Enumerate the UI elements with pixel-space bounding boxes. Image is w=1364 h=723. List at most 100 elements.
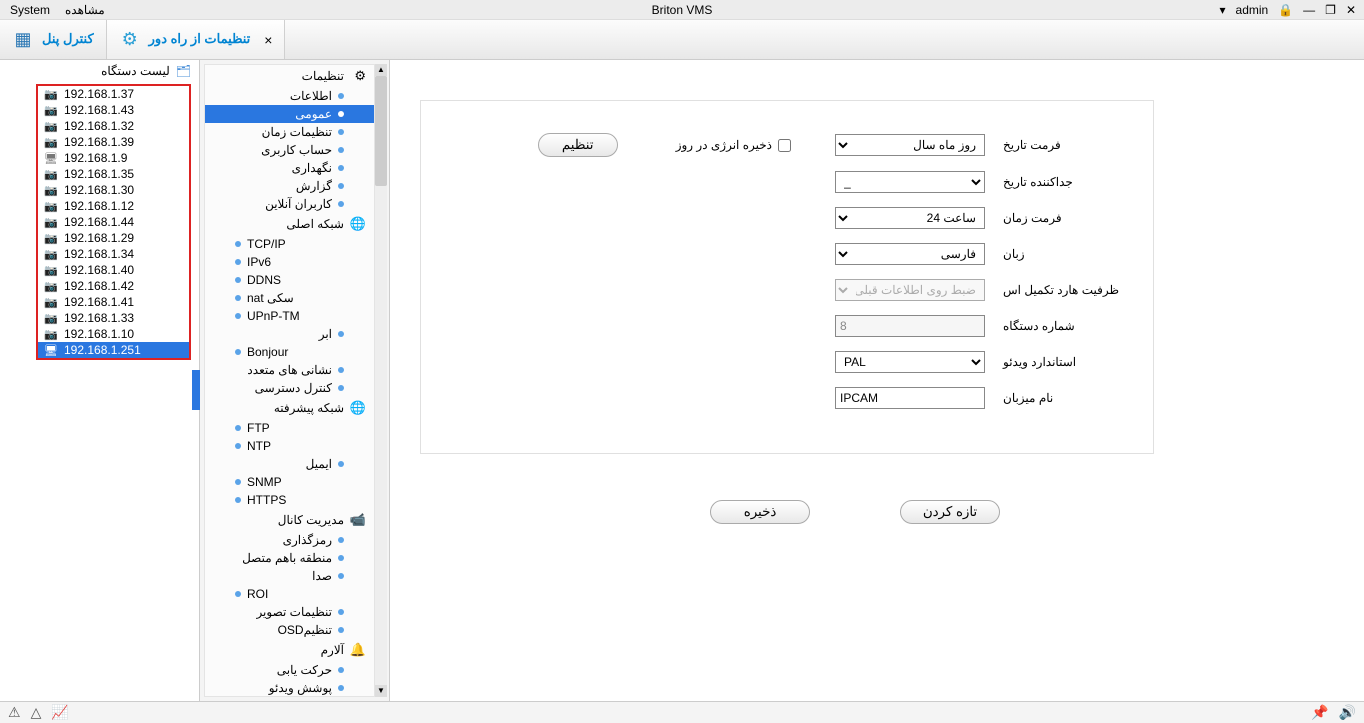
tree-item[interactable]: کاربران آنلاین	[205, 195, 374, 213]
bullet-icon	[235, 259, 241, 265]
tree-item[interactable]: NTP	[205, 437, 374, 455]
save-button[interactable]: ذخیره	[710, 500, 810, 524]
device-ip: 192.168.1.35	[64, 167, 134, 181]
tree-item[interactable]: FTP	[205, 419, 374, 437]
tab-control-panel[interactable]: ▦ کنترل پنل	[0, 20, 107, 59]
status-chart-icon[interactable]: 📈	[51, 704, 68, 721]
tree-item[interactable]: رمزگذاری	[205, 531, 374, 549]
tree-item[interactable]: ROI	[205, 585, 374, 603]
select-video-std[interactable]: PAL	[835, 351, 985, 373]
device-row[interactable]: 📷192.168.1.35	[38, 166, 189, 182]
device-row[interactable]: 📷192.168.1.43	[38, 102, 189, 118]
select-language[interactable]: فارسی	[835, 243, 985, 265]
select-time-format[interactable]: ساعت 24	[835, 207, 985, 229]
tree-group[interactable]: 🌐شبکه اصلی	[205, 213, 374, 235]
tree-item[interactable]: منطقه باهم متصل	[205, 549, 374, 567]
tree-item[interactable]: صدا	[205, 567, 374, 585]
device-row[interactable]: 📷192.168.1.32	[38, 118, 189, 134]
device-row[interactable]: 📷192.168.1.40	[38, 262, 189, 278]
tree-item[interactable]: نگهداری	[205, 159, 374, 177]
scroll-up-icon[interactable]: ▲	[375, 64, 387, 76]
status-alert-icon[interactable]: ⚠	[8, 704, 21, 721]
tree-group[interactable]: 🌐شبکه پیشرفته	[205, 397, 374, 419]
maximize-icon[interactable]: ❐	[1325, 3, 1336, 17]
lock-icon[interactable]: 🔒	[1278, 3, 1293, 17]
tree-item[interactable]: DDNS	[205, 271, 374, 289]
device-row[interactable]: 📷192.168.1.10	[38, 326, 189, 342]
checkbox-dst[interactable]	[778, 139, 791, 152]
scroll-thumb[interactable]	[375, 76, 387, 186]
device-row[interactable]: 📷192.168.1.42	[38, 278, 189, 294]
camera-icon: 📷	[44, 104, 58, 117]
tree-item[interactable]: حرکت یابی	[205, 661, 374, 679]
tree-item[interactable]: nat سکی	[205, 289, 374, 307]
device-row[interactable]: 📷192.168.1.12	[38, 198, 189, 214]
tab-close-icon[interactable]: ×	[264, 32, 272, 48]
tree-group[interactable]: ⚙تنظیمات	[205, 65, 374, 87]
tree-item-label: پوشش ویدئو	[269, 681, 332, 695]
tree-item[interactable]: حساب کاربری	[205, 141, 374, 159]
tree-item[interactable]: کنترل دسترسی	[205, 379, 374, 397]
device-row[interactable]: 📷192.168.1.37	[38, 86, 189, 102]
camera-settings-icon: ⚙	[119, 29, 141, 51]
device-ip: 192.168.1.41	[64, 295, 134, 309]
device-ip: 192.168.1.32	[64, 119, 134, 133]
tree-item[interactable]: تنظیمات تصویر	[205, 603, 374, 621]
tree-item-label: اطلاعات	[290, 89, 332, 103]
device-row[interactable]: 📷192.168.1.30	[38, 182, 189, 198]
menu-view[interactable]: مشاهده	[65, 3, 105, 17]
input-host-name[interactable]	[835, 387, 985, 409]
camera-icon: 📷	[44, 184, 58, 197]
tree-item[interactable]: SNMP	[205, 473, 374, 491]
tree-item[interactable]: تنظیمOSD	[205, 621, 374, 639]
device-tree-header[interactable]: 🗂 لیست دستگاه	[0, 60, 199, 82]
bullet-icon	[338, 627, 344, 633]
device-ip: 192.168.1.44	[64, 215, 134, 229]
volume-icon[interactable]: 🔊	[1339, 704, 1356, 721]
bullet-icon	[338, 667, 344, 673]
refresh-button[interactable]: تازه کردن	[900, 500, 1000, 524]
tree-item[interactable]: گزارش	[205, 177, 374, 195]
status-warning-icon[interactable]: △	[31, 704, 42, 721]
device-row[interactable]: 📷192.168.1.29	[38, 230, 189, 246]
user-name[interactable]: admin	[1236, 3, 1269, 17]
statusbar: ⚠ △ 📈 📌 🔊	[0, 701, 1364, 723]
user-dropdown-icon[interactable]: ▾	[1220, 3, 1226, 17]
tree-item[interactable]: عمومی	[205, 105, 374, 123]
tree-item[interactable]: پوشش ویدئو	[205, 679, 374, 697]
tree-item[interactable]: اطلاعات	[205, 87, 374, 105]
close-icon[interactable]: ✕	[1346, 3, 1356, 17]
tab-remote-settings[interactable]: ⚙ تنظیمات از راه دور ×	[107, 20, 286, 59]
tree-item[interactable]: ابر	[205, 325, 374, 343]
tree-item[interactable]: IPv6	[205, 253, 374, 271]
monitor-icon: 🖥	[44, 152, 58, 165]
device-row[interactable]: 📷192.168.1.41	[38, 294, 189, 310]
tree-item-label: ابر	[319, 327, 332, 341]
app-title: Briton VMS	[652, 3, 713, 17]
device-row[interactable]: 📷192.168.1.39	[38, 134, 189, 150]
tree-group[interactable]: 🔔آلارم	[205, 639, 374, 661]
device-row[interactable]: 📷192.168.1.34	[38, 246, 189, 262]
select-date-sep[interactable]: _	[835, 171, 985, 193]
device-row[interactable]: 🖥192.168.1.251	[38, 342, 189, 358]
tree-item[interactable]: تنظیمات زمان	[205, 123, 374, 141]
panel-collapse-handle[interactable]	[192, 370, 200, 410]
select-date-format[interactable]: روز ماه سال	[835, 134, 985, 156]
tree-group[interactable]: 📹مدیریت کانال	[205, 509, 374, 531]
device-row[interactable]: 📷192.168.1.33	[38, 310, 189, 326]
tree-item[interactable]: TCP/IP	[205, 235, 374, 253]
tree-item[interactable]: ایمیل	[205, 455, 374, 473]
tree-item[interactable]: نشانی های متعدد	[205, 361, 374, 379]
menu-system[interactable]: System	[10, 3, 50, 17]
settings-scrollbar[interactable]: ▲ ▼	[375, 64, 387, 697]
set-button[interactable]: تنظیم	[538, 133, 618, 157]
scroll-down-icon[interactable]: ▼	[375, 685, 387, 697]
minimize-icon[interactable]: —	[1303, 3, 1315, 17]
device-ip: 192.168.1.39	[64, 135, 134, 149]
device-row[interactable]: 📷192.168.1.44	[38, 214, 189, 230]
device-row[interactable]: 🖥192.168.1.9	[38, 150, 189, 166]
pin-icon[interactable]: 📌	[1311, 704, 1328, 721]
tree-item[interactable]: UPnP-TM	[205, 307, 374, 325]
tree-item[interactable]: HTTPS	[205, 491, 374, 509]
tree-item[interactable]: Bonjour	[205, 343, 374, 361]
